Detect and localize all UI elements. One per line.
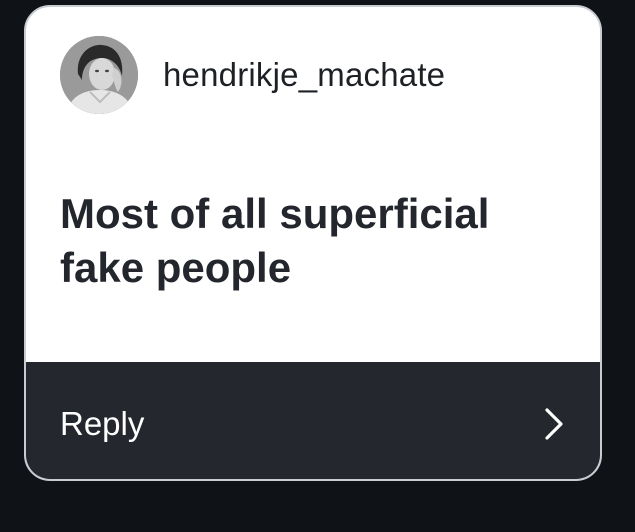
- avatar: [60, 36, 138, 114]
- reply-label: Reply: [60, 404, 145, 442]
- question-text: Most of all superficial fake people: [60, 190, 490, 291]
- chevron-right-icon: [542, 407, 566, 441]
- card-header: hendrikje_machate: [60, 36, 445, 114]
- avatar-image: [60, 36, 138, 114]
- question-card: hendrikje_machate Most of all superficia…: [24, 5, 602, 481]
- reply-button[interactable]: Reply: [26, 362, 600, 479]
- username: hendrikje_machate: [163, 56, 446, 93]
